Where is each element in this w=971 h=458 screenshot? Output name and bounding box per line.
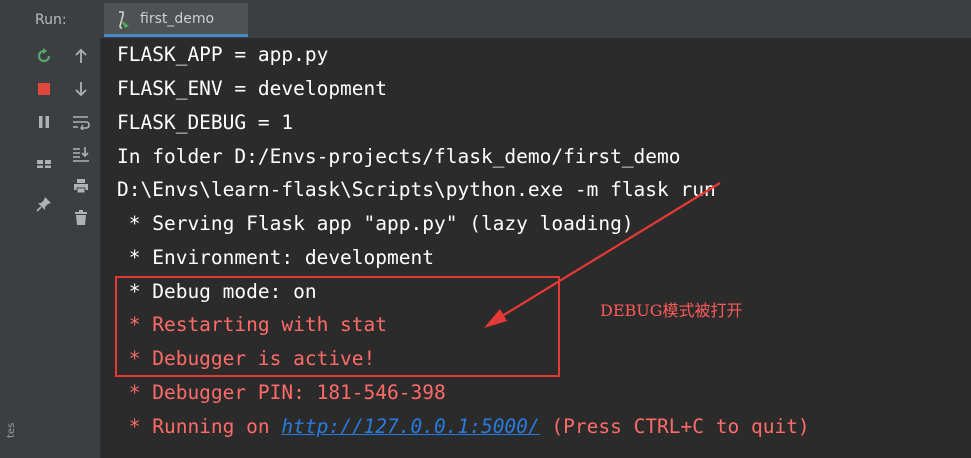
flask-run-icon bbox=[116, 11, 132, 29]
print-icon bbox=[74, 179, 88, 194]
run-toolbar-left bbox=[26, 38, 62, 458]
stop-button[interactable] bbox=[32, 77, 56, 101]
run-toolbar-right bbox=[62, 38, 101, 458]
run-panel-header: Run: first_demo bbox=[26, 0, 971, 39]
pin-icon bbox=[36, 197, 51, 212]
arrow-up-icon bbox=[75, 48, 87, 63]
stop-icon bbox=[38, 83, 50, 95]
scroll-to-end-icon bbox=[73, 147, 89, 162]
soft-wrap-button[interactable] bbox=[69, 110, 93, 134]
debug-highlight-box bbox=[115, 276, 560, 377]
trash-icon bbox=[75, 210, 87, 225]
console-line: * Environment: development bbox=[117, 246, 434, 269]
annotation-text: DEBUG模式被打开 bbox=[600, 301, 743, 320]
console-line: FLASK_APP = app.py bbox=[117, 43, 329, 66]
pause-icon bbox=[39, 116, 49, 128]
layout-icon bbox=[37, 160, 51, 168]
layout-button[interactable] bbox=[32, 152, 56, 176]
run-label: Run: bbox=[35, 12, 67, 28]
rerun-button[interactable] bbox=[32, 44, 56, 68]
console-line-stderr: * Debugger PIN: 181-546-398 bbox=[117, 381, 446, 404]
pause-button[interactable] bbox=[32, 110, 56, 134]
console-line: In folder D:/Envs-projects/flask_demo/fi… bbox=[117, 145, 681, 168]
edge-label: tes bbox=[6, 422, 17, 438]
console-line: FLASK_ENV = development bbox=[117, 77, 388, 100]
pin-button[interactable] bbox=[32, 192, 56, 216]
console-line: D:\Envs\learn-flask\Scripts\python.exe -… bbox=[117, 178, 716, 201]
arrow-down-icon bbox=[75, 82, 87, 97]
running-suffix: (Press CTRL+C to quit) bbox=[539, 415, 810, 438]
scroll-to-end-button[interactable] bbox=[69, 142, 93, 166]
scroll-up-button[interactable] bbox=[69, 44, 93, 68]
console-line: FLASK_DEBUG = 1 bbox=[117, 111, 294, 134]
clear-all-button[interactable] bbox=[69, 206, 93, 230]
tab-first-demo[interactable]: first_demo bbox=[104, 3, 248, 37]
tab-label: first_demo bbox=[140, 11, 215, 27]
console-output[interactable]: FLASK_APP = app.py FLASK_ENV = developme… bbox=[101, 38, 971, 458]
server-url-link[interactable]: http://127.0.0.1:5000/ bbox=[281, 415, 539, 438]
console-line: * Serving Flask app "app.py" (lazy loadi… bbox=[117, 212, 634, 235]
rerun-icon bbox=[37, 48, 51, 63]
left-edge-strip: tes bbox=[0, 0, 27, 458]
soft-wrap-icon bbox=[73, 116, 90, 130]
print-button[interactable] bbox=[69, 174, 93, 198]
console-line-running: * Running on http://127.0.0.1:5000/ (Pre… bbox=[117, 414, 810, 440]
running-prefix: * Running on bbox=[117, 415, 282, 438]
scroll-down-button[interactable] bbox=[69, 77, 93, 101]
